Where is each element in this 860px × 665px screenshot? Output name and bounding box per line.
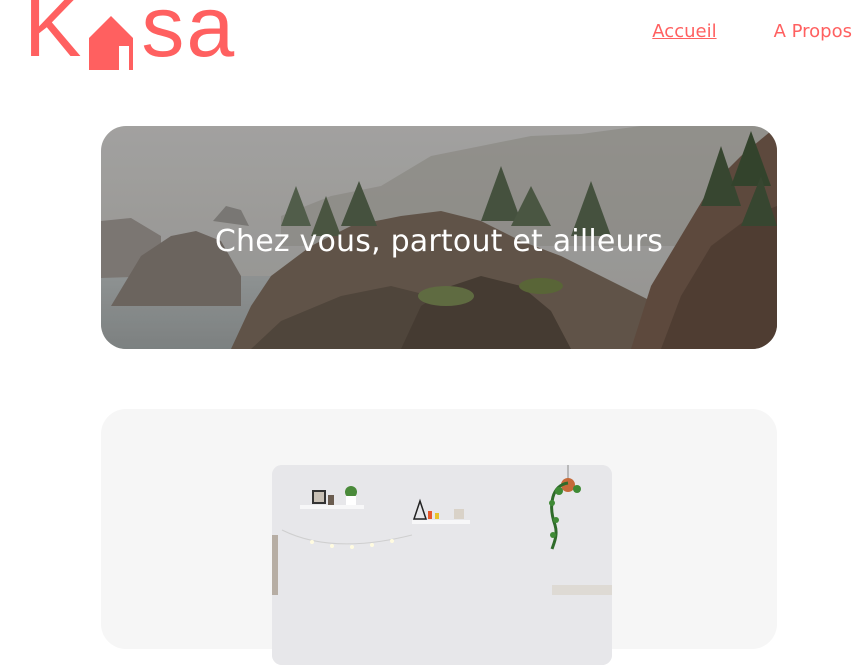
banner-title: Chez vous, partout et ailleurs [214,224,664,259]
logo-letter-k: K [24,0,84,75]
listing-card[interactable] [272,465,612,665]
house-icon [85,2,137,70]
site-header: K sa Accueil A Propos [0,0,860,90]
nav-link-a-propos[interactable]: A Propos [774,21,852,42]
hero-banner: Chez vous, partout et ailleurs [101,126,777,349]
listing-gallery [101,409,777,665]
listing-card-image [272,465,612,665]
kasa-logo[interactable]: K sa [24,0,237,75]
logo-letters-sa: sa [141,0,237,75]
nav-link-accueil[interactable]: Accueil [652,21,716,42]
main-nav: Accueil A Propos [652,21,852,42]
